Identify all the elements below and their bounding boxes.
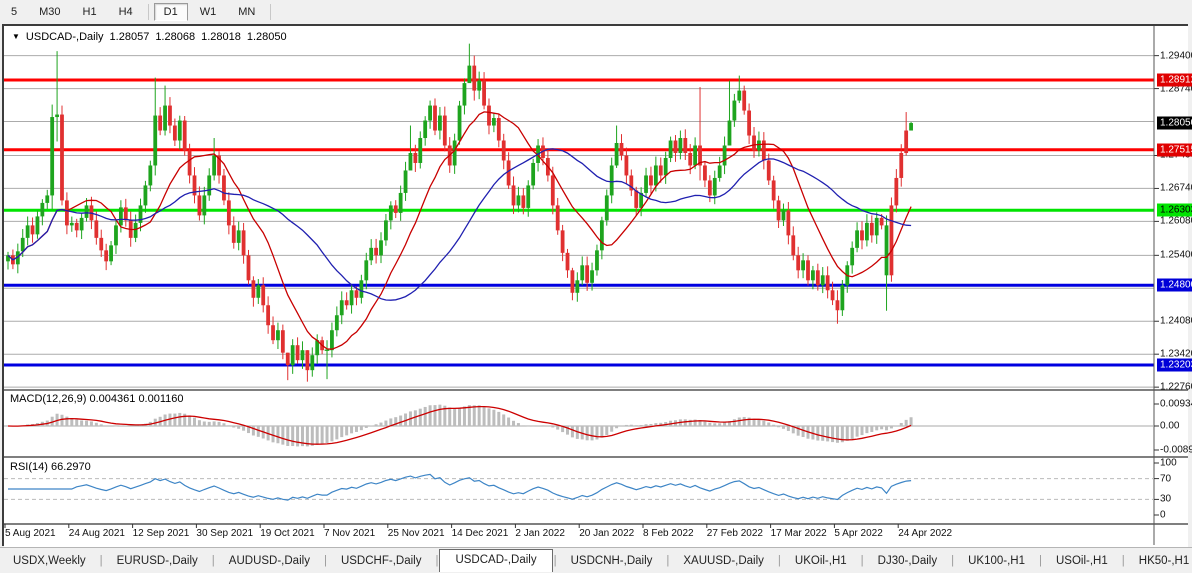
timeframe-button-5[interactable]: 5 [1,3,27,21]
tab-xauusd-daily[interactable]: XAUUSD-,Daily [670,551,777,571]
tab-usoil-h1[interactable]: USOil-,H1 [1043,551,1121,571]
tab-dj30-daily[interactable]: DJ30-,Daily [865,551,950,571]
tab-usdcad-daily[interactable]: USDCAD-,Daily [439,549,552,572]
toolbar-separator [148,4,149,20]
tab-usdchf-daily[interactable]: USDCHF-,Daily [328,551,435,571]
timeframe-button-m30[interactable]: M30 [29,3,70,21]
main-chart-area[interactable] [4,28,1152,388]
timeframe-button-h1[interactable]: H1 [73,3,107,21]
price-axis[interactable] [1155,28,1189,523]
time-axis[interactable] [4,525,1152,545]
tab-usdcnh-daily[interactable]: USDCNH-,Daily [558,551,666,571]
rsi-panel[interactable] [4,459,1152,523]
timeframe-button-d1[interactable]: D1 [154,3,188,21]
tab-audusd-daily[interactable]: AUDUSD-,Daily [216,551,323,571]
mt4-window: 5M30H1H4D1W1MN ▼USDCAD-,Daily1.280571.28… [0,0,1192,573]
toolbar-separator [270,4,271,20]
timeframe-button-w1[interactable]: W1 [190,3,227,21]
timeframe-button-h4[interactable]: H4 [109,3,143,21]
tab-ukoil-h1[interactable]: UKOil-,H1 [782,551,860,571]
tab-usdx-weekly[interactable]: USDX,Weekly [0,551,99,571]
timeframe-toolbar: 5M30H1H4 D1W1MN [0,0,1192,23]
tab-eurusd-daily[interactable]: EURUSD-,Daily [104,551,211,571]
tab-hk50-h1[interactable]: HK50-,H1 [1126,551,1192,571]
symbol-tab-bar: USDX,Weekly|EURUSD-,Daily|AUDUSD-,Daily|… [0,547,1192,573]
macd-panel[interactable] [4,392,1152,456]
timeframe-button-mn[interactable]: MN [228,3,265,21]
tab-uk100-h1[interactable]: UK100-,H1 [955,551,1038,571]
